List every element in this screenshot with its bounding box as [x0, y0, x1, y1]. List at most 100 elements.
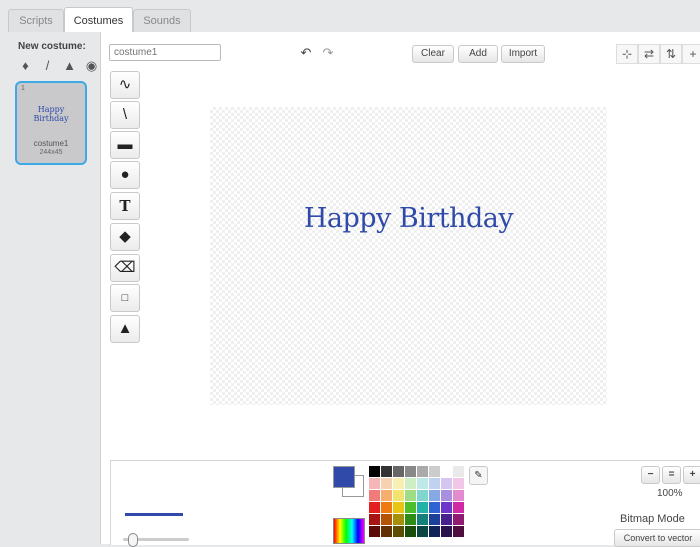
set-center-icon[interactable]: + [682, 44, 700, 64]
crop-icon[interactable]: ⊹ [616, 44, 638, 64]
tab-sounds[interactable]: Sounds [133, 9, 191, 32]
costume-number: 1 [21, 85, 25, 92]
color-swatch[interactable] [453, 466, 464, 477]
mode-label: Bitmap Mode [620, 513, 685, 525]
stamp-tool-icon[interactable]: ▲ [110, 315, 140, 343]
color-swatch[interactable] [429, 514, 440, 525]
color-swatch[interactable] [417, 478, 428, 489]
add-button[interactable]: Add [458, 45, 498, 63]
costume-list-panel: New costume: ♦ / ▲ ◉ 1 Happy Birthday co… [0, 32, 100, 544]
color-picker-gradient[interactable] [333, 518, 365, 544]
color-swatch[interactable] [405, 490, 416, 501]
color-swatch[interactable] [441, 466, 452, 477]
choose-from-library-icon[interactable]: ♦ [18, 58, 33, 73]
tool-options-panel: ✎ − = + 100% Bitmap Mode Convert to vect… [110, 460, 700, 547]
new-costume-label: New costume: [18, 41, 86, 52]
rectangle-tool-icon[interactable]: ▬ [110, 131, 140, 159]
tab-scripts[interactable]: Scripts [8, 9, 64, 32]
color-swatch[interactable] [429, 466, 440, 477]
zoom-level: 100% [657, 488, 683, 499]
color-palette [369, 466, 464, 537]
select-tool-icon[interactable]: □ [110, 284, 140, 312]
color-swatch[interactable] [453, 502, 464, 513]
zoom-out-icon[interactable]: − [641, 466, 660, 484]
color-swatch[interactable] [429, 502, 440, 513]
color-swatch[interactable] [381, 502, 392, 513]
color-swatch[interactable] [441, 514, 452, 525]
undo-icon[interactable]: ↶ [297, 45, 315, 60]
zoom-controls: − = + [641, 466, 700, 484]
costume-name-input[interactable] [109, 44, 221, 61]
costume-size: 244x45 [39, 149, 63, 156]
drawing-canvas[interactable]: Happy Birthday [210, 107, 607, 405]
color-swatch[interactable] [441, 478, 452, 489]
line-tool-icon[interactable]: \ [110, 101, 140, 129]
color-swatch[interactable] [369, 466, 380, 477]
brush-tool-icon[interactable]: ∿ [110, 71, 140, 99]
color-swatch[interactable] [417, 490, 428, 501]
upload-icon[interactable]: ▲ [62, 58, 77, 73]
color-swatch[interactable] [429, 490, 440, 501]
color-swatch[interactable] [393, 502, 404, 513]
color-swatch[interactable] [453, 490, 464, 501]
color-swatch[interactable] [417, 502, 428, 513]
fill-tool-icon[interactable]: ◆ [110, 223, 140, 251]
costume-thumbnail[interactable]: 1 Happy Birthday costume1 244x45 [15, 81, 87, 165]
color-swatch[interactable] [381, 478, 392, 489]
color-swatch[interactable] [405, 526, 416, 537]
color-swatch[interactable] [405, 478, 416, 489]
costume-preview: Happy Birthday [33, 105, 69, 123]
color-swatch[interactable] [393, 514, 404, 525]
color-swatch[interactable] [441, 526, 452, 537]
eyedropper-icon[interactable]: ✎ [469, 466, 488, 485]
camera-icon[interactable]: ◉ [84, 58, 99, 73]
eraser-tool-icon[interactable]: ⌫ [110, 254, 140, 282]
color-swatch[interactable] [405, 514, 416, 525]
zoom-in-icon[interactable]: + [683, 466, 700, 484]
primary-color-swatch[interactable] [333, 466, 355, 488]
redo-icon[interactable]: ↷ [319, 45, 337, 60]
convert-to-vector-button[interactable]: Convert to vector [614, 529, 700, 547]
line-width-preview [125, 513, 183, 516]
color-swatch[interactable] [369, 502, 380, 513]
color-swatch[interactable] [393, 466, 404, 477]
line-width-slider-thumb[interactable] [128, 533, 138, 547]
paint-new-icon[interactable]: / [40, 58, 55, 73]
clear-button[interactable]: Clear [412, 45, 454, 63]
color-swatch[interactable] [417, 526, 428, 537]
color-swatch[interactable] [381, 490, 392, 501]
costume-name: costume1 [33, 139, 69, 148]
color-swatch[interactable] [369, 526, 380, 537]
color-swatch[interactable] [381, 466, 392, 477]
color-swatch[interactable] [417, 466, 428, 477]
flip-vertical-icon[interactable]: ⇅ [660, 44, 682, 64]
color-swatch[interactable] [381, 526, 392, 537]
color-swatch[interactable] [441, 502, 452, 513]
color-swatch[interactable] [417, 514, 428, 525]
color-swatch[interactable] [369, 478, 380, 489]
color-swatch[interactable] [441, 490, 452, 501]
color-swatch[interactable] [453, 526, 464, 537]
color-swatch[interactable] [405, 466, 416, 477]
paint-editor: ↶ ↷ Clear Add Import ⊹ ⇄ ⇅ + ∿ \ ▬ ● T ◆… [100, 32, 700, 547]
ellipse-tool-icon[interactable]: ● [110, 161, 140, 189]
color-swatch[interactable] [429, 478, 440, 489]
color-swatch[interactable] [369, 514, 380, 525]
tab-bar: Scripts Costumes Sounds [0, 0, 700, 33]
color-swatch[interactable] [393, 526, 404, 537]
tab-costumes[interactable]: Costumes [64, 7, 133, 33]
canvas-text: Happy Birthday [303, 203, 514, 234]
text-tool-icon[interactable]: T [110, 192, 140, 220]
color-swatch[interactable] [381, 514, 392, 525]
transform-toolbar: ⊹ ⇄ ⇅ + [616, 44, 700, 64]
color-swatch[interactable] [453, 514, 464, 525]
zoom-reset-icon[interactable]: = [662, 466, 681, 484]
color-swatch[interactable] [405, 502, 416, 513]
color-swatch[interactable] [393, 478, 404, 489]
color-swatch[interactable] [453, 478, 464, 489]
color-swatch[interactable] [393, 490, 404, 501]
flip-horizontal-icon[interactable]: ⇄ [638, 44, 660, 64]
import-button[interactable]: Import [501, 45, 545, 63]
color-swatch[interactable] [369, 490, 380, 501]
color-swatch[interactable] [429, 526, 440, 537]
